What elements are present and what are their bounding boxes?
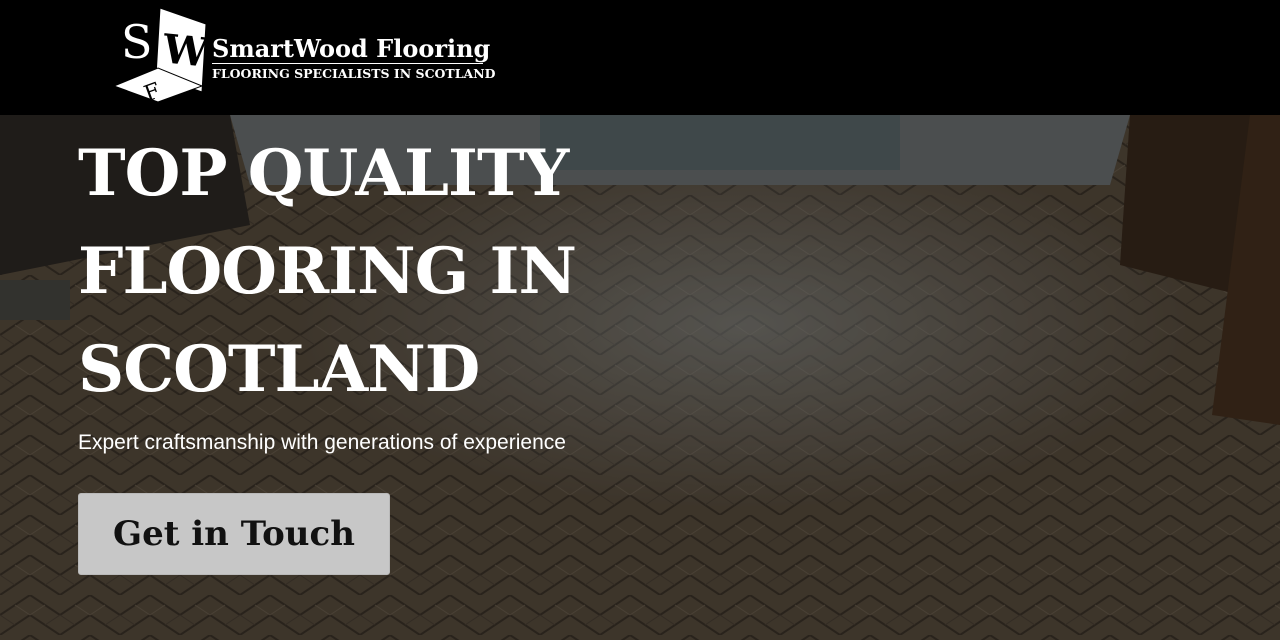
hero-subtitle: Expert craftsmanship with generations of… — [78, 431, 566, 454]
hero-section: TOP QUALITY FLOORING IN SCOTLAND Expert … — [0, 115, 1280, 640]
site-header: S W F SmartWood Flooring FLOORING SPECIA… — [0, 0, 1280, 115]
brand-name: SmartWood Flooring — [212, 34, 491, 63]
hero-content: TOP QUALITY FLOORING IN SCOTLAND Expert … — [78, 115, 778, 575]
hero-title: TOP QUALITY FLOORING IN SCOTLAND — [78, 115, 778, 419]
logo[interactable]: S W F SmartWood Flooring FLOORING SPECIA… — [110, 6, 510, 102]
brand-tagline: FLOORING SPECIALISTS IN SCOTLAND — [212, 66, 496, 81]
hero-title-line: FLOORING IN — [78, 234, 577, 309]
logo-letter-s: S — [121, 15, 153, 69]
hero-title-line: TOP QUALITY — [78, 136, 569, 211]
get-in-touch-button[interactable]: Get in Touch — [78, 493, 390, 575]
brand-divider — [212, 63, 483, 64]
logo-letter-w: W — [160, 25, 206, 77]
logo-icon: S W F — [112, 7, 206, 102]
hero-title-line: SCOTLAND — [78, 332, 480, 407]
